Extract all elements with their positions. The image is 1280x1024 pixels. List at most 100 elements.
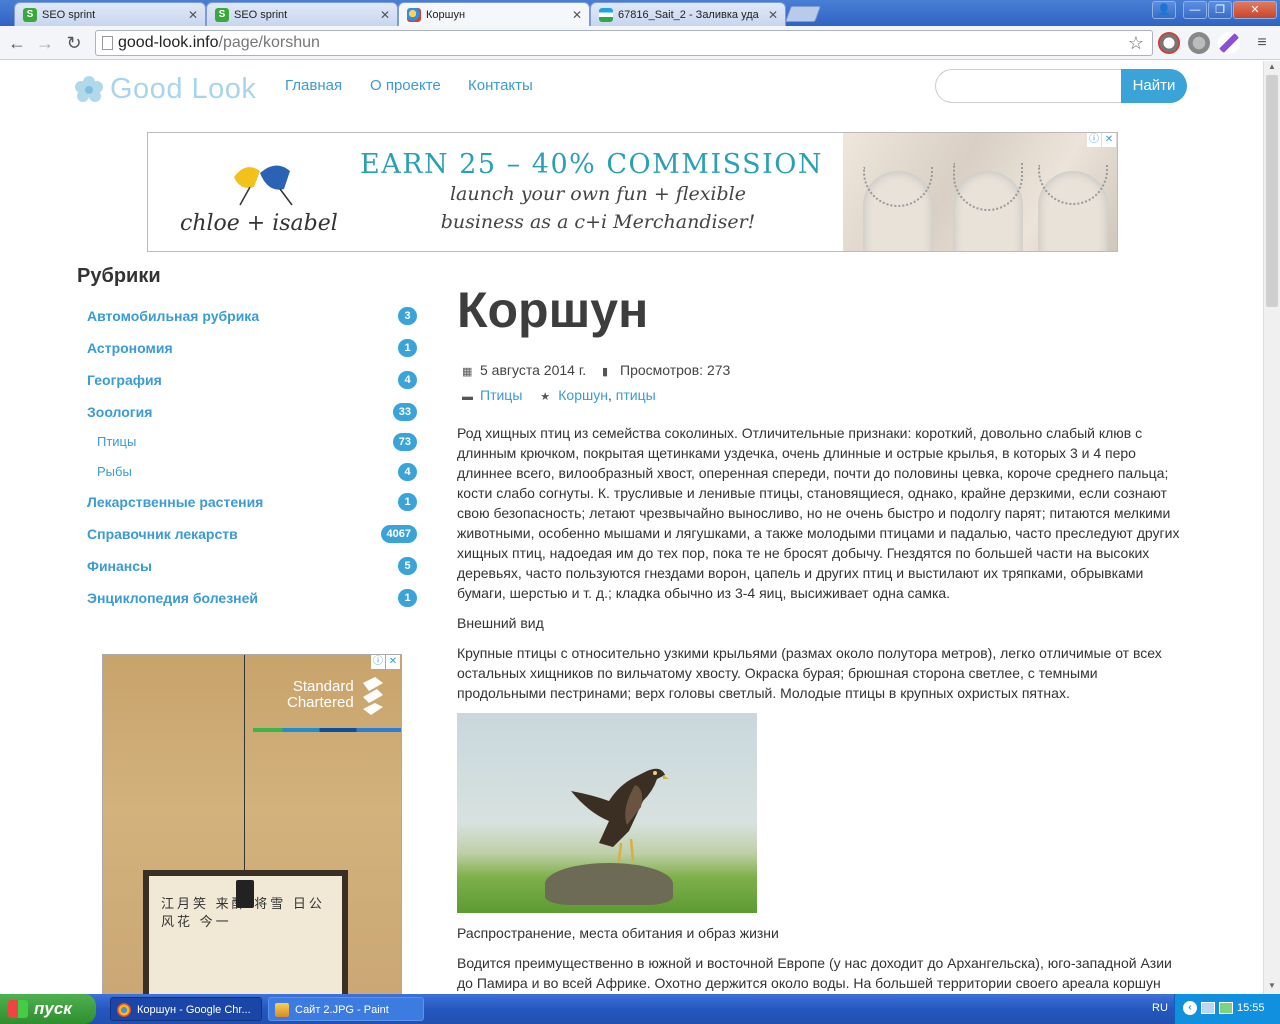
search-button[interactable]: Найти: [1121, 69, 1187, 103]
ad-brand-line-1: Standard: [292, 678, 354, 695]
brand-stripe: [253, 728, 401, 732]
bar-chart-icon: ▮: [602, 366, 609, 378]
article-tag-link[interactable]: Коршун: [558, 387, 608, 403]
ad-brand-text: chloe + isabel: [180, 211, 338, 236]
minimize-button[interactable]: —: [1183, 1, 1207, 19]
tab-paint-site[interactable]: 67816_Sait_2 - Заливка уда ✕: [590, 2, 786, 26]
banner-ad[interactable]: chloe + isabel EARN 25 – 40% COMMISSION …: [147, 132, 1118, 252]
calendar-icon: ▦: [462, 366, 473, 378]
article-title: Коршун: [457, 282, 649, 338]
tray-expand-icon[interactable]: ‹: [1183, 1001, 1197, 1015]
browser-toolbar: ← → ↻ good-look.info/page/korshun ☆ ≡: [0, 26, 1280, 60]
maximize-button[interactable]: ❐: [1208, 1, 1232, 19]
taskbar-item-paint[interactable]: Сайт 2.JPG - Paint: [268, 997, 424, 1021]
ad-info-icon[interactable]: ⓘ: [1087, 133, 1101, 147]
sidebar-item-auto[interactable]: Автомобильная рубрика 3: [87, 305, 417, 327]
category-label: Рыбы: [97, 464, 132, 479]
nav-home-link[interactable]: Главная: [285, 77, 342, 94]
taskbar-item-chrome[interactable]: Коршун - Google Chr...: [110, 997, 262, 1021]
logo-text: Good Look: [110, 73, 257, 105]
sidebar-item-astronomy[interactable]: Астрономия 1: [87, 337, 417, 359]
sidebar-item-herbs[interactable]: Лекарственные растения 1: [87, 491, 417, 513]
category-label: Финансы: [87, 558, 152, 574]
extension-timer-icon[interactable]: [1158, 32, 1180, 54]
language-indicator[interactable]: RU: [1152, 1002, 1168, 1014]
ad-line-2: business as a c+i Merchandiser!: [440, 211, 756, 233]
sidebar-ad[interactable]: 江月笑 来醉 将雪 日公 风花 今一 Standard Chartered ⓘ …: [102, 654, 402, 994]
tray-app-icon[interactable]: [1219, 1002, 1233, 1014]
reload-icon[interactable]: ↻: [63, 32, 85, 54]
new-tab-button[interactable]: [785, 6, 821, 22]
rock-shape: [545, 863, 673, 905]
category-label: Лекарственные растения: [87, 494, 264, 510]
scroll-down-arrow-icon[interactable]: ▼: [1264, 981, 1280, 993]
site-logo[interactable]: Good Look: [74, 73, 256, 106]
scrollbar-thumb[interactable]: [1266, 75, 1278, 307]
start-button[interactable]: пуск: [0, 994, 96, 1024]
paint-icon: [275, 1003, 289, 1017]
section-heading-appearance: Внешний вид: [457, 615, 544, 631]
category-label: Птицы: [97, 434, 137, 449]
tab-seo-sprint-2[interactable]: S SEO sprint ✕: [206, 2, 398, 26]
menu-icon[interactable]: ≡: [1251, 32, 1273, 54]
sidebar-item-finance[interactable]: Финансы 5: [87, 555, 417, 577]
seo-sprint-favicon-icon: S: [215, 7, 229, 22]
nav-about-link[interactable]: О проекте: [370, 77, 441, 94]
address-bar[interactable]: good-look.info/page/korshun ☆: [95, 30, 1153, 56]
flag-favicon-icon: [599, 7, 613, 22]
article-date: 5 августа 2014 г.: [480, 362, 587, 378]
folder-icon: ▬: [462, 391, 473, 403]
scroll-up-arrow-icon[interactable]: ▲: [1264, 62, 1280, 74]
tab-close-icon[interactable]: ✕: [379, 8, 391, 22]
network-icon[interactable]: [1201, 1002, 1215, 1014]
user-profile-icon[interactable]: 👤: [1152, 1, 1176, 19]
page-viewport: Good Look Главная О проекте Контакты Най…: [0, 61, 1263, 994]
category-label: Энциклопедия болезней: [87, 590, 259, 606]
page-scrollbar[interactable]: ▲ ▼: [1263, 61, 1280, 994]
tab-close-icon[interactable]: ✕: [571, 8, 583, 22]
category-count-badge: 5: [398, 557, 417, 575]
ad-brand-line-2: Chartered: [287, 694, 354, 711]
tab-korshun[interactable]: Коршун ✕: [398, 2, 590, 26]
bookmark-star-icon[interactable]: ☆: [1128, 31, 1144, 55]
ad-close-icon[interactable]: ✕: [386, 655, 400, 669]
category-count-badge: 3: [398, 307, 417, 325]
forward-arrow-icon[interactable]: →: [34, 32, 56, 54]
ad-close-icon[interactable]: ✕: [1102, 133, 1116, 147]
article-tag-link[interactable]: птицы: [616, 387, 656, 403]
tab-seo-sprint-1[interactable]: S SEO sprint ✕: [14, 2, 206, 26]
sidebar-item-diseases[interactable]: Энциклопедия болезней 1: [87, 587, 417, 609]
tab-close-icon[interactable]: ✕: [767, 8, 779, 22]
section-heading-habitat: Распространение, места обитания и образ …: [457, 925, 779, 941]
extension-globe-icon[interactable]: [1188, 32, 1210, 54]
category-label: Астрономия: [87, 340, 173, 356]
extension-feather-icon[interactable]: [1218, 32, 1240, 54]
sidebar-item-fish[interactable]: Рыбы 4: [97, 461, 417, 483]
chrome-icon: [117, 1003, 131, 1017]
tab-label: Коршун: [426, 8, 466, 21]
tab-label: 67816_Sait_2 - Заливка уда: [618, 8, 759, 21]
sidebar-item-birds[interactable]: Птицы 73: [97, 431, 417, 453]
sidebar-item-zoology[interactable]: Зоология 33: [87, 401, 417, 423]
article-taxonomy-row: ▬ Птицы ★ Коршун, птицы: [462, 387, 656, 403]
sidebar-item-geography[interactable]: География 4: [87, 369, 417, 391]
lamp-cord: [244, 655, 245, 895]
ad-info-icon[interactable]: ⓘ: [371, 655, 385, 669]
url-path: /page/korshun: [218, 34, 320, 51]
sidebar-item-drugs[interactable]: Справочник лекарств 4067: [87, 523, 417, 545]
search-input[interactable]: [935, 69, 1125, 103]
ad-line-1: launch your own fun + flexible: [449, 183, 746, 205]
category-count-badge: 1: [398, 589, 417, 607]
category-label: География: [87, 372, 162, 388]
article-category-link[interactable]: Птицы: [480, 387, 522, 403]
page-icon: [102, 36, 113, 50]
tab-close-icon[interactable]: ✕: [187, 8, 199, 22]
os-taskbar: пуск Коршун - Google Chr... Сайт 2.JPG -…: [0, 994, 1280, 1024]
article-paragraph-3: Водится преимущественно в южной и восточ…: [457, 955, 1172, 991]
back-arrow-icon[interactable]: ←: [6, 32, 28, 54]
category-label: Автомобильная рубрика: [87, 308, 260, 324]
close-window-button[interactable]: ✕: [1233, 1, 1277, 19]
category-label: Справочник лекарств: [87, 526, 238, 542]
system-clock: 15:55: [1237, 1002, 1265, 1014]
nav-contacts-link[interactable]: Контакты: [468, 77, 533, 94]
